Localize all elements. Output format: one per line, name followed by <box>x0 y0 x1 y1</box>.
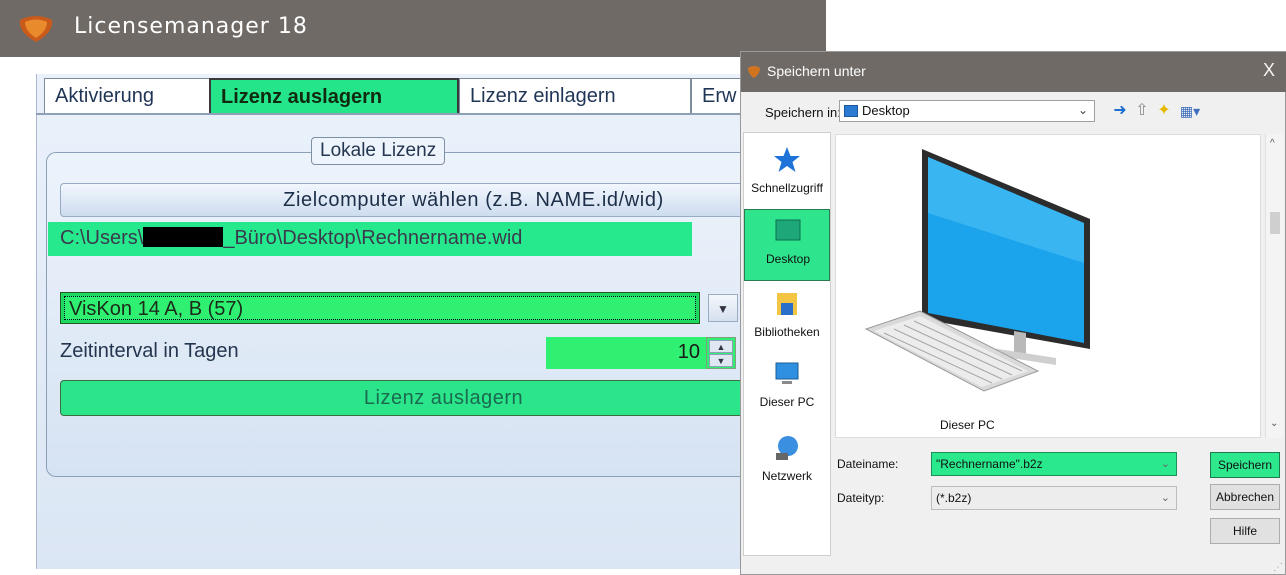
computer-icon <box>775 362 799 384</box>
cancel-button[interactable]: Abbrechen <box>1210 484 1280 510</box>
save-in-select[interactable]: Desktop ⌄ <box>839 100 1095 122</box>
place-label: Netzwerk <box>761 469 812 483</box>
view-menu-icon[interactable]: ▦▾ <box>1177 102 1203 120</box>
license-select-value: VisKon 14 A, B (57) <box>64 296 696 320</box>
tab-aktivierung[interactable]: Aktivierung <box>44 78 212 114</box>
tab-divider <box>36 113 826 115</box>
place-label: Schnellzugriff <box>751 181 823 195</box>
filename-input[interactable]: "Rechnername".b2z ⌄ <box>931 452 1177 476</box>
app-logo-icon <box>19 16 53 42</box>
chevron-down-icon: ⌄ <box>1077 103 1088 117</box>
choose-target-computer-button[interactable]: Zielcomputer wählen (z.B. NAME.id/wid) <box>60 183 826 217</box>
network-icon <box>776 436 798 460</box>
path-suffix: _Büro\Desktop\Rechnername.wid <box>223 227 523 249</box>
redacted-username <box>143 227 224 247</box>
up-folder-icon[interactable]: ⇧ <box>1133 102 1151 120</box>
save-in-label: Speichern in: <box>765 105 841 120</box>
app-logo-icon <box>748 66 760 78</box>
file-list: Dieser PC <box>835 134 1261 438</box>
place-quick-access[interactable]: Schnellzugriff <box>744 139 830 211</box>
filetype-label: Dateityp: <box>837 491 885 505</box>
title-bar: Licensemanager 18 <box>0 0 826 57</box>
filetype-select[interactable]: (*.b2z) ⌄ <box>931 486 1177 510</box>
chevron-up-icon[interactable]: ^ <box>1270 138 1275 149</box>
file-item-label[interactable]: Dieser PC <box>940 418 995 432</box>
place-label: Bibliotheken <box>754 325 820 339</box>
close-icon[interactable]: X <box>1263 60 1275 81</box>
new-folder-icon[interactable]: ✦ <box>1155 102 1173 120</box>
license-select[interactable]: VisKon 14 A, B (57) <box>60 292 700 324</box>
dialog-title-bar: Speichern unter X <box>741 52 1286 92</box>
scrollbar[interactable]: ^ ⌄ <box>1265 134 1283 438</box>
tab-lizenz-einlagern[interactable]: Lizenz einlagern <box>459 78 691 114</box>
star-icon <box>774 147 800 172</box>
place-desktop[interactable]: Desktop <box>744 209 830 281</box>
interval-label: Zeitinterval in Tagen <box>60 340 239 362</box>
save-button[interactable]: Speichern <box>1210 452 1280 478</box>
place-network[interactable]: Netzwerk <box>744 427 830 499</box>
monitor-icon[interactable] <box>842 143 1102 413</box>
place-label: Dieser PC <box>759 395 815 409</box>
chevron-down-icon[interactable]: ⌄ <box>1270 418 1278 429</box>
target-file-path: C:\Users\ _Büro\Desktop\Rechnername.wid <box>48 222 692 256</box>
spin-down-icon[interactable]: ▼ <box>709 354 733 367</box>
filename-value: "Rechnername".b2z <box>936 457 1043 471</box>
license-manager-window: Licensemanager 18 Aktivierung Lizenz aus… <box>0 0 826 569</box>
interval-input[interactable]: 10 <box>546 337 706 369</box>
path-prefix: C:\Users\ <box>60 227 144 249</box>
library-icon <box>777 293 797 315</box>
save-as-dialog: Speichern unter X Speichern in: Desktop … <box>740 51 1286 575</box>
save-in-value: Desktop <box>862 103 910 118</box>
group-title: Lokale Lizenz <box>311 137 446 165</box>
export-license-button[interactable]: Lizenz auslagern <box>60 380 826 416</box>
tab-lizenz-auslagern[interactable]: Lizenz auslagern <box>209 78 459 114</box>
places-bar: Schnellzugriff Desktop Bibliotheken Dies… <box>743 132 831 556</box>
dialog-title: Speichern unter <box>767 63 866 79</box>
app-title: Licensemanager 18 <box>74 14 308 39</box>
resize-grip-icon[interactable]: ⋰ <box>1273 562 1283 573</box>
spin-up-icon[interactable]: ▲ <box>709 340 733 353</box>
place-label: Desktop <box>765 252 811 266</box>
help-button[interactable]: Hilfe <box>1210 518 1280 544</box>
chevron-down-icon[interactable]: ⌄ <box>1161 457 1170 470</box>
desktop-icon <box>775 219 801 241</box>
place-libraries[interactable]: Bibliotheken <box>744 283 830 355</box>
place-this-pc[interactable]: Dieser PC <box>744 353 830 425</box>
back-icon[interactable]: ➜ <box>1111 102 1129 120</box>
desktop-icon <box>844 105 858 117</box>
chevron-down-icon[interactable]: ⌄ <box>1161 491 1170 504</box>
chevron-down-icon[interactable]: ▼ <box>708 294 738 322</box>
filename-label: Dateiname: <box>837 457 899 471</box>
interval-spinner[interactable]: ▲ ▼ <box>706 337 736 369</box>
scroll-thumb[interactable] <box>1270 212 1280 234</box>
filetype-value: (*.b2z) <box>936 491 972 505</box>
